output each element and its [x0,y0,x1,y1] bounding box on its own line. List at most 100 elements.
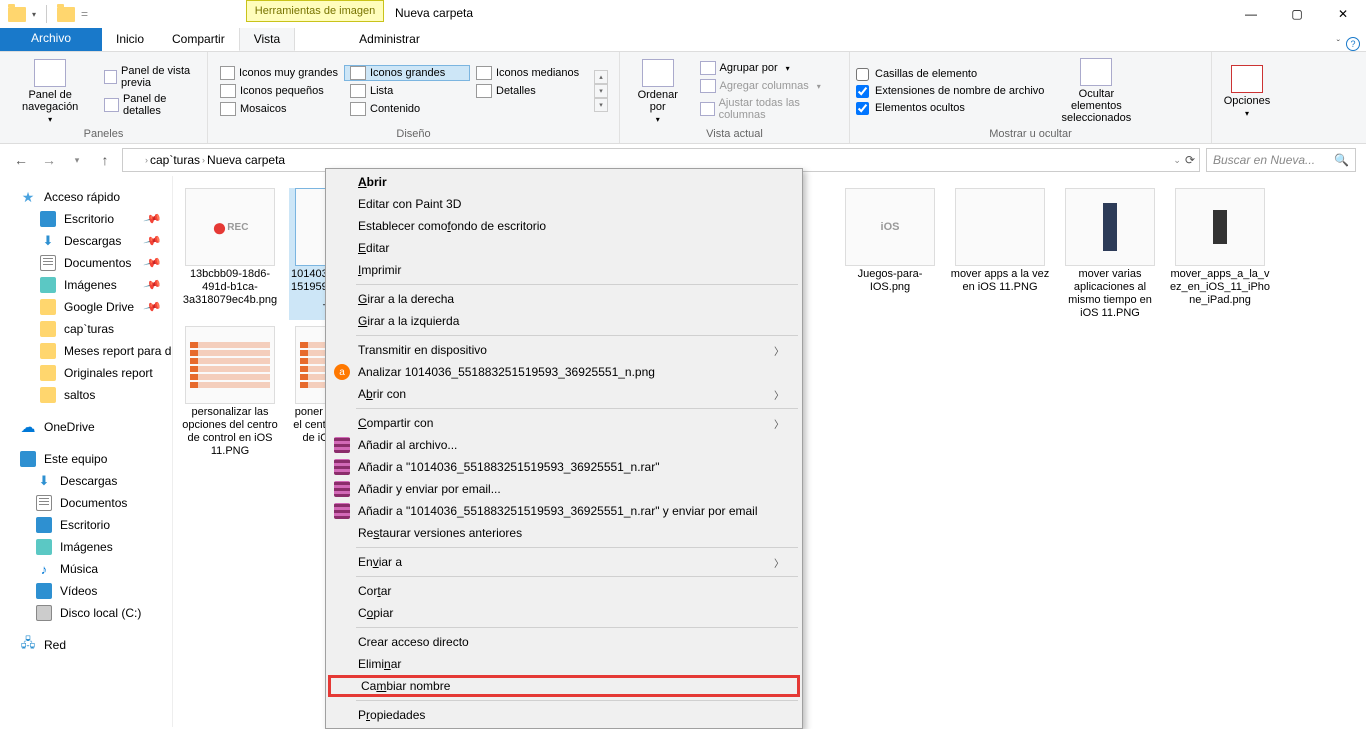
file-item[interactable]: mover varias aplicaciones al mismo tiemp… [1059,188,1161,320]
sidebar-item-pc-disk[interactable]: Disco local (C:) [0,602,172,624]
sidebar-item-documents[interactable]: Documentos📌 [0,252,172,274]
sidebar-item-quick-access[interactable]: ★Acceso rápido [0,186,172,208]
sort-by-button[interactable]: Ordenar por▾ [626,57,690,126]
hide-selected-button[interactable]: Ocultar elementos seleccionados [1052,56,1140,126]
layout-list[interactable]: Lista [344,83,470,99]
tab-file[interactable]: Archivo [0,27,102,51]
nav-back-button[interactable]: ← [10,149,32,171]
file-item[interactable]: iOS Juegos-para-IOS.png [839,188,941,320]
ctx-open[interactable]: Abrir [328,171,800,193]
ctx-wallpaper[interactable]: Establecer como fondo de escritorio [328,215,800,237]
ctx-share-with[interactable]: Compartir con〉 [328,412,800,434]
ctx-cast[interactable]: Transmitir en dispositivo〉 [328,339,800,361]
breadcrumb-nueva-carpeta[interactable]: Nueva carpeta [207,153,285,167]
tab-view[interactable]: Vista [239,27,295,51]
image-tools-tab[interactable]: Herramientas de imagen [246,0,384,22]
layout-md-icons[interactable]: Iconos medianos [470,65,590,81]
sidebar-item-downloads[interactable]: ⬇Descargas📌 [0,230,172,252]
folder-icon [40,387,56,403]
fit-columns-button[interactable]: Ajustar todas las columnas [698,96,843,122]
layout-scroll-more[interactable]: ▾ [594,98,608,112]
ctx-restore-versions[interactable]: Restaurar versiones anteriores [328,522,800,544]
layout-sm-icons[interactable]: Iconos pequeños [214,83,344,99]
preview-panel-button[interactable]: Panel de vista previa [102,64,201,90]
chk-item-checkboxes[interactable]: Casillas de elemento [856,68,1044,81]
sidebar-item-pc-music[interactable]: ♪Música [0,558,172,580]
ctx-open-with[interactable]: Abrir con〉 [328,383,800,405]
layout-tiles[interactable]: Mosaicos [214,101,344,117]
nav-up-button[interactable]: ↑ [94,149,116,171]
ctx-delete[interactable]: Eliminar [328,653,800,675]
file-item[interactable]: personalizar las opciones del centro de … [179,326,281,458]
ctx-properties[interactable]: Propiedades [328,704,800,726]
add-columns-button[interactable]: Agregar columnas▾ [698,78,843,94]
ctx-rename[interactable]: Cambiar nombre [328,675,800,697]
tab-manage[interactable]: Administrar [345,27,434,51]
layout-scroll-down[interactable]: ▾ [594,84,608,98]
ctx-add-rar-email[interactable]: Añadir a "1014036_551883251519593_369255… [328,500,800,522]
sidebar-item-capturas[interactable]: cap`turas [0,318,172,340]
sidebar-item-pc-desktop[interactable]: Escritorio [0,514,172,536]
ctx-rotate-left[interactable]: Girar a la izquierda [328,310,800,332]
search-input[interactable]: Buscar en Nueva... 🔍 [1206,148,1356,172]
layout-lg-icons[interactable]: Iconos grandes [344,65,470,81]
ctx-paint3d[interactable]: Editar con Paint 3D [328,193,800,215]
ctx-avast-scan[interactable]: aAnalizar 1014036_551883251519593_369255… [328,361,800,383]
close-button[interactable]: ✕ [1320,0,1366,28]
sidebar-item-pc-documents[interactable]: Documentos [0,492,172,514]
file-thumbnail: ●REC [185,188,275,266]
pin-icon: 📌 [143,297,163,317]
ctx-send-to[interactable]: Enviar a〉 [328,551,800,573]
ctx-rotate-right[interactable]: Girar a la derecha [328,288,800,310]
address-dropdown-icon[interactable]: ⌄ [1173,155,1181,166]
sidebar-item-gdrive[interactable]: Google Drive📌 [0,296,172,318]
folder-icon[interactable] [57,7,75,22]
chk-file-extensions[interactable]: Extensiones de nombre de archivo [856,85,1044,98]
ctx-print[interactable]: Imprimir [328,259,800,281]
nav-recent-button[interactable]: ▾ [66,149,88,171]
layout-details[interactable]: Detalles [470,83,590,99]
sidebar-item-saltos[interactable]: saltos [0,384,172,406]
nav-forward-button[interactable]: → [38,149,60,171]
ribbon-collapse-icon[interactable]: ˇ [1337,39,1340,50]
sidebar-item-onedrive[interactable]: ☁OneDrive [0,416,172,438]
sidebar-item-images[interactable]: Imágenes📌 [0,274,172,296]
layout-content[interactable]: Contenido [344,101,470,117]
minimize-button[interactable]: — [1228,0,1274,28]
maximize-button[interactable]: ▢ [1274,0,1320,28]
ctx-add-archive[interactable]: Añadir al archivo... [328,434,800,456]
ctx-add-rar[interactable]: Añadir a "1014036_551883251519593_369255… [328,456,800,478]
ctx-create-shortcut[interactable]: Crear acceso directo [328,631,800,653]
group-by-button[interactable]: Agrupar por▾ [698,60,843,76]
document-icon [40,255,56,271]
details-panel-button[interactable]: Panel de detalles [102,92,201,118]
sidebar-item-pc-downloads[interactable]: ⬇Descargas [0,470,172,492]
ctx-add-email[interactable]: Añadir y enviar por email... [328,478,800,500]
ctx-cut[interactable]: Cortar [328,580,800,602]
tab-share[interactable]: Compartir [158,27,239,51]
qat-down-icon[interactable]: ▾ [32,10,36,19]
options-button[interactable]: Opciones▾ [1220,63,1274,120]
sidebar-item-network[interactable]: 🖧Red [0,634,172,656]
file-item[interactable]: ●REC 13bcbb09-18d6-491d-b1ca-3a318079ec4… [179,188,281,320]
file-item[interactable]: mover_apps_a_la_vez_en_iOS_11_iPhone_iPa… [1169,188,1271,320]
nav-panel-button[interactable]: Panel de navegación▾ [6,57,94,126]
sidebar-item-desktop[interactable]: Escritorio📌 [0,208,172,230]
layout-scroll-up[interactable]: ▴ [594,70,608,84]
ctx-edit[interactable]: Editar [328,237,800,259]
winrar-icon [334,503,350,519]
group-label-show-hide: Mostrar u ocultar [856,128,1205,141]
sidebar-item-meses[interactable]: Meses report para d [0,340,172,362]
help-icon[interactable]: ? [1346,37,1360,51]
chk-hidden-items[interactable]: Elementos ocultos [856,102,1044,115]
refresh-icon[interactable]: ⟳ [1185,153,1195,167]
breadcrumb-capturas[interactable]: cap`turas [150,153,200,167]
sidebar-item-pc-images[interactable]: Imágenes [0,536,172,558]
ctx-copy[interactable]: Copiar [328,602,800,624]
layout-xl-icons[interactable]: Iconos muy grandes [214,65,344,81]
sidebar-item-pc-videos[interactable]: Vídeos [0,580,172,602]
tab-home[interactable]: Inicio [102,27,158,51]
sidebar-item-this-pc[interactable]: Este equipo [0,448,172,470]
sidebar-item-originales[interactable]: Originales report [0,362,172,384]
file-item[interactable]: mover apps a la vez en iOS 11.PNG [949,188,1051,320]
